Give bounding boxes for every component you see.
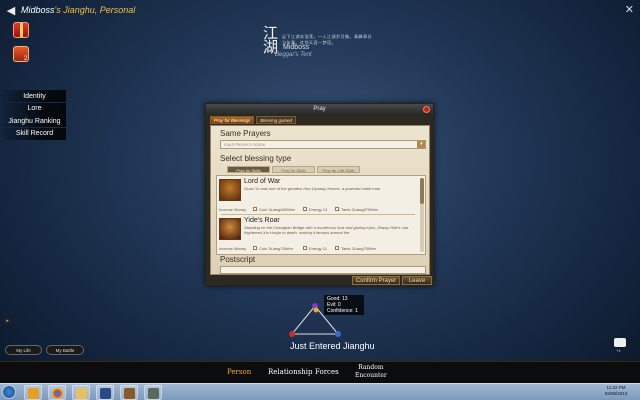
tab-blessing-gained[interactable]: Blessing gained bbox=[256, 116, 297, 124]
title-player-name: Midboss bbox=[21, 5, 55, 15]
select-type-label: Select blessing type bbox=[220, 154, 292, 163]
cost-checkbox[interactable] bbox=[335, 207, 339, 211]
cost-label: Incense Money bbox=[219, 206, 247, 212]
cost-energy: Energy 11 bbox=[309, 245, 327, 251]
chat-icon[interactable] bbox=[614, 338, 626, 347]
pray-dialog: Pray Pray for Blessings Blessing gained … bbox=[205, 103, 434, 286]
os-taskbar: 11:22 PM 02/06/2013 bbox=[0, 383, 640, 400]
blessing-cost-row: Incense Money Coin 3Liang75Wen Energy 11… bbox=[219, 245, 415, 251]
cost-taels: Taels 3Liang875Wen bbox=[341, 206, 379, 212]
tab-pray-skills-2[interactable]: Pray for Skills bbox=[272, 166, 315, 173]
taskbar-app-chrome[interactable] bbox=[48, 385, 66, 400]
dialog-title: Pray bbox=[313, 106, 326, 112]
cost-coin: Coin 3Liang450Wen bbox=[259, 206, 296, 212]
stat-confidence: Confidence: 1 bbox=[327, 308, 358, 314]
divider bbox=[221, 214, 415, 215]
start-button[interactable] bbox=[2, 385, 16, 399]
nav-relationship[interactable]: Relationship bbox=[268, 368, 312, 376]
postscript-label: Postscript bbox=[220, 255, 256, 264]
stats-tooltip: Good: 13 Evil: 0 Confidence: 1 bbox=[324, 295, 364, 315]
blessing-list: Lord of War Guan Yu was one of the great… bbox=[216, 175, 426, 255]
blessing-portrait bbox=[219, 179, 241, 201]
list-item[interactable]: Yide's Roar Standing on the Changban Bri… bbox=[219, 216, 415, 253]
dialog-body: Same Prayers Input Pieces's Name ▾ Selec… bbox=[210, 125, 430, 275]
nav-person[interactable]: Person bbox=[227, 368, 251, 376]
blessing-name: Yide's Roar bbox=[244, 217, 280, 224]
title-suffix: 's Jianghu, Personal bbox=[54, 5, 136, 15]
cost-checkbox[interactable] bbox=[303, 246, 307, 250]
nav-forces[interactable]: Forces bbox=[315, 368, 339, 376]
clock-date: 02/06/2013 bbox=[604, 391, 628, 396]
menu-item-identity[interactable]: Identity bbox=[3, 90, 66, 102]
taskbar-app-player[interactable] bbox=[96, 385, 114, 400]
blessing-description: Guan Yu was one of the greatest Han Dyna… bbox=[244, 186, 381, 191]
menu-item-jianghu-ranking[interactable]: Jianghu Ranking bbox=[3, 115, 66, 127]
cost-label: Incense Money bbox=[219, 245, 247, 251]
my-life-button[interactable]: My Life bbox=[5, 345, 42, 355]
dialog-tabs: Pray for Blessings Blessing gained bbox=[210, 116, 297, 124]
blessing-description: Standing on the Changban Bridge with a m… bbox=[244, 225, 409, 235]
cost-checkbox[interactable] bbox=[335, 246, 339, 250]
system-tray[interactable] bbox=[565, 388, 595, 396]
scrollbar-thumb[interactable] bbox=[420, 178, 424, 204]
left-menu: Identity Lore Jianghu Ranking Skill Reco… bbox=[3, 90, 66, 140]
menu-item-skill-record[interactable]: Skill Record bbox=[3, 127, 66, 140]
leave-button[interactable]: Leave bbox=[402, 276, 432, 285]
cost-taels: Taels 3Liang75Wen bbox=[341, 245, 377, 251]
taskbar-app-media[interactable] bbox=[24, 385, 42, 400]
blessing-name: Lord of War bbox=[244, 178, 281, 185]
bottom-nav: Person Relationship Forces Random Encoun… bbox=[0, 361, 640, 383]
list-scrollbar[interactable] bbox=[420, 178, 424, 252]
nav-random-line2: Encounter bbox=[355, 372, 387, 379]
tab-pray-life-skills[interactable]: Pray for Life Skills bbox=[317, 166, 360, 173]
chat-count: +1 bbox=[616, 348, 621, 353]
blessing-type-tabs: Pray for Skills Pray for Skills Pray for… bbox=[227, 166, 360, 173]
blessing-portrait bbox=[219, 218, 241, 240]
cost-checkbox[interactable] bbox=[253, 207, 257, 211]
arrow-left-icon[interactable]: ◀ bbox=[3, 2, 19, 18]
player-name: Midboss bbox=[283, 44, 310, 51]
top-bar: ◀ Midboss's Jianghu, Personal ✕ bbox=[0, 0, 640, 20]
close-icon[interactable]: ✕ bbox=[625, 3, 634, 16]
gift-icon[interactable] bbox=[13, 22, 29, 38]
taskbar-app-folder[interactable] bbox=[72, 385, 90, 400]
dialog-footer: Confirm Prayer Leave bbox=[206, 276, 433, 286]
nav-random-line1: Random bbox=[358, 364, 384, 371]
blessing-cost-row: Incense Money Coin 3Liang450Wen Energy 1… bbox=[219, 206, 415, 212]
dialog-close-icon[interactable] bbox=[423, 105, 430, 113]
dialog-title-bar: Pray bbox=[206, 104, 433, 114]
cost-checkbox[interactable] bbox=[303, 207, 307, 211]
nav-random-encounter[interactable]: Random Encounter bbox=[355, 364, 387, 380]
calligraphy-glyph: 江湖 bbox=[263, 24, 279, 56]
prayer-name-input[interactable]: Input Pieces's Name ▾ bbox=[220, 140, 426, 149]
player-tent: Beggar's Tent bbox=[275, 52, 312, 58]
cost-energy: Energy 13 bbox=[309, 206, 328, 212]
confirm-prayer-button[interactable]: Confirm Prayer bbox=[352, 276, 400, 285]
chevron-right-icon[interactable]: ▸ bbox=[4, 318, 11, 324]
cost-checkbox[interactable] bbox=[253, 246, 257, 250]
chevron-down-icon[interactable]: ▾ bbox=[417, 141, 425, 148]
prayer-input-placeholder: Input Pieces's Name bbox=[224, 142, 266, 147]
postscript-input[interactable] bbox=[220, 266, 426, 274]
scroll-badge: 2 bbox=[24, 56, 28, 62]
list-item[interactable]: Lord of War Guan Yu was one of the great… bbox=[219, 177, 415, 215]
menu-item-lore[interactable]: Lore bbox=[3, 102, 66, 115]
tab-pray-skills-1[interactable]: Pray for Skills bbox=[227, 166, 270, 173]
cost-coin: Coin 3Liang75Wen bbox=[259, 245, 293, 251]
same-prayers-label: Same Prayers bbox=[220, 129, 271, 138]
taskbar-clock[interactable]: 11:22 PM 02/06/2013 bbox=[601, 385, 631, 397]
taskbar-app-game[interactable] bbox=[120, 385, 138, 400]
status-text: Just Entered Jianghu bbox=[290, 341, 375, 351]
my-battle-button[interactable]: My Battle bbox=[46, 345, 84, 355]
taskbar-app-game2[interactable] bbox=[144, 385, 162, 400]
page-title: Midboss's Jianghu, Personal bbox=[21, 5, 135, 15]
tab-pray-for-blessings[interactable]: Pray for Blessings bbox=[210, 116, 255, 124]
